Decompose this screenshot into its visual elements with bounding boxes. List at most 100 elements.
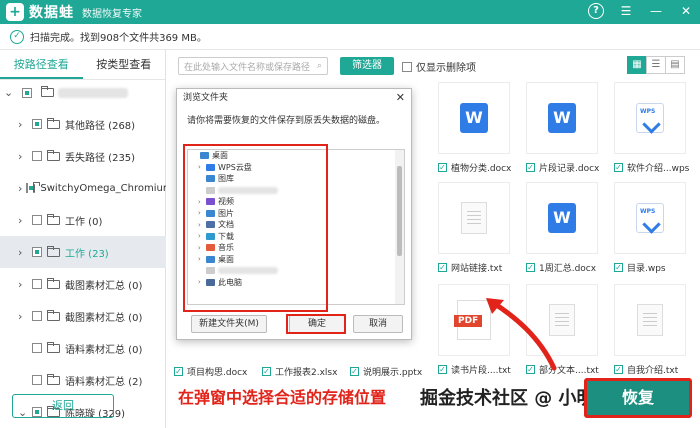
minimize-icon[interactable]: — [648, 3, 664, 19]
chevron-icon[interactable]: › [18, 278, 28, 291]
filter-button[interactable]: 筛选器 [340, 57, 394, 75]
tree-row[interactable]: › 截图素材汇总 (0) [0, 268, 166, 300]
chevron-icon[interactable]: › [198, 198, 206, 206]
dialog-folder-row[interactable]: › 图片 [188, 208, 404, 220]
checked-icon[interactable]: ✓ [526, 162, 535, 172]
tree-checkbox[interactable] [32, 119, 42, 129]
tree-checkbox[interactable] [32, 375, 42, 385]
help-icon[interactable]: ? [588, 3, 604, 19]
scrollbar-thumb[interactable] [397, 166, 402, 256]
dialog-folder-row[interactable]: › 下载 [188, 231, 404, 243]
search-icon[interactable]: ⌕ [317, 61, 322, 71]
chevron-icon[interactable]: › [18, 214, 28, 227]
dialog-folder-row[interactable]: › 桌面 [188, 254, 404, 266]
only-deleted-checkbox[interactable] [402, 61, 412, 72]
chevron-down-icon[interactable]: ⌄ [4, 86, 14, 99]
tree-checkbox[interactable] [26, 183, 34, 193]
file-thumbnail[interactable]: W [438, 82, 510, 154]
file-thumbnail[interactable]: WPS [614, 182, 686, 254]
file-item[interactable]: ✓ 目录.wps [614, 260, 700, 274]
file-item[interactable]: ✓ 项目构思.docx [174, 364, 264, 378]
tree-root-drive[interactable]: ⌄ [4, 86, 128, 99]
file-item[interactable]: ✓ 1周汇总.docx [526, 260, 616, 274]
dialog-folder-row[interactable]: 图库 [188, 173, 404, 185]
file-thumbnail[interactable]: W [526, 82, 598, 154]
recover-button[interactable]: 恢复 [584, 378, 692, 418]
tree-row[interactable]: 语料素材汇总 (2) [0, 364, 166, 396]
tree-checkbox[interactable] [32, 215, 42, 225]
grid-view-icon[interactable]: ▦ [627, 56, 647, 74]
checked-icon[interactable]: ✓ [174, 366, 183, 376]
tab-by-type[interactable]: 按类型查看 [83, 50, 166, 79]
tree-checkbox[interactable] [32, 311, 42, 321]
folder-label: WPS云盘 [218, 162, 252, 172]
checked-icon[interactable]: ✓ [614, 262, 623, 272]
file-thumbnail[interactable]: WPS [614, 82, 686, 154]
checked-icon[interactable]: ✓ [438, 262, 447, 272]
only-deleted-toggle[interactable]: 仅显示删除项 [402, 59, 476, 74]
ok-button[interactable]: 确定 [289, 315, 345, 333]
tree-row[interactable]: › SwitchyOmega_Chromium [0, 172, 166, 204]
checked-icon[interactable]: ✓ [614, 162, 623, 172]
tree-checkbox[interactable] [32, 247, 42, 257]
checked-icon[interactable]: ✓ [614, 364, 623, 374]
tree-checkbox[interactable] [32, 279, 42, 289]
root-checkbox[interactable] [22, 87, 32, 98]
chevron-icon[interactable]: › [18, 118, 28, 131]
tree-checkbox[interactable] [32, 343, 42, 353]
checked-icon[interactable]: ✓ [262, 366, 271, 376]
file-item[interactable]: ✓ 自我介绍.txt [614, 362, 700, 376]
tree-row[interactable]: › 丢失路径 (235) [0, 140, 166, 172]
text-file-icon [637, 304, 663, 336]
checked-icon[interactable]: ✓ [438, 162, 447, 172]
checked-icon[interactable]: ✓ [350, 366, 359, 376]
dialog-folder-row[interactable]: 桌面 [188, 150, 404, 162]
checked-icon[interactable]: ✓ [526, 262, 535, 272]
chevron-icon[interactable]: › [198, 209, 206, 217]
tree-checkbox[interactable] [32, 151, 42, 161]
file-item[interactable]: ✓ 片段记录.docx [526, 160, 616, 174]
file-item[interactable]: ✓ 说明展示.pptx [350, 364, 440, 378]
detail-view-icon[interactable]: ▤ [665, 56, 685, 74]
file-item[interactable]: ✓ 软件介绍...wps [614, 160, 700, 174]
cancel-button[interactable]: 取消 [353, 315, 403, 333]
chevron-icon[interactable]: › [198, 221, 206, 229]
chevron-icon[interactable]: › [18, 150, 28, 163]
chevron-icon[interactable]: › [18, 310, 28, 323]
chevron-icon[interactable]: › [198, 255, 206, 263]
file-thumbnail[interactable]: W [526, 182, 598, 254]
dialog-folder-row[interactable]: › WPS云盘 [188, 162, 404, 174]
dialog-folder-row[interactable] [188, 265, 404, 277]
file-item[interactable]: ✓ 工作报表2.xlsx [262, 364, 352, 378]
list-view-icon[interactable]: ☰ [646, 56, 666, 74]
tree-row[interactable]: › 截图素材汇总 (0) [0, 300, 166, 332]
file-thumbnail[interactable] [438, 182, 510, 254]
dialog-folder-row[interactable]: › 音乐 [188, 242, 404, 254]
dialog-folder-row[interactable]: › 此电脑 [188, 277, 404, 289]
file-item[interactable]: ✓ 网站链接.txt [438, 260, 528, 274]
tree-row[interactable]: 语料素材汇总 (0) [0, 332, 166, 364]
tree-row[interactable]: › 其他路径 (268) [0, 108, 166, 140]
tab-by-path[interactable]: 按路径查看 [0, 50, 83, 79]
back-button[interactable]: 返回 [12, 394, 114, 418]
dialog-scrollbar[interactable] [395, 150, 404, 304]
file-thumbnail[interactable] [614, 284, 686, 356]
tree-row[interactable]: › 工作 (0) [0, 204, 166, 236]
menu-icon[interactable]: ☰ [618, 3, 634, 19]
close-icon[interactable]: ✕ [678, 3, 694, 19]
chevron-icon[interactable]: › [198, 278, 206, 286]
dialog-folder-row[interactable]: › 文档 [188, 219, 404, 231]
tree-row[interactable]: › 工作 (23) [0, 236, 166, 268]
chevron-icon[interactable]: › [198, 244, 206, 252]
folder-icon [206, 232, 215, 240]
dialog-folder-row[interactable] [188, 185, 404, 197]
chevron-icon[interactable]: › [18, 246, 28, 259]
search-input[interactable]: 在此处输入文件名称或保存路径 ⌕ [178, 57, 328, 75]
dialog-close-icon[interactable]: ✕ [396, 91, 405, 104]
chevron-icon[interactable]: › [198, 163, 206, 171]
chevron-icon[interactable]: › [18, 182, 22, 195]
new-folder-button[interactable]: 新建文件夹(M) [191, 315, 267, 333]
file-item[interactable]: ✓ 植物分类.docx [438, 160, 528, 174]
dialog-folder-row[interactable]: › 视频 [188, 196, 404, 208]
chevron-icon[interactable]: › [198, 232, 206, 240]
